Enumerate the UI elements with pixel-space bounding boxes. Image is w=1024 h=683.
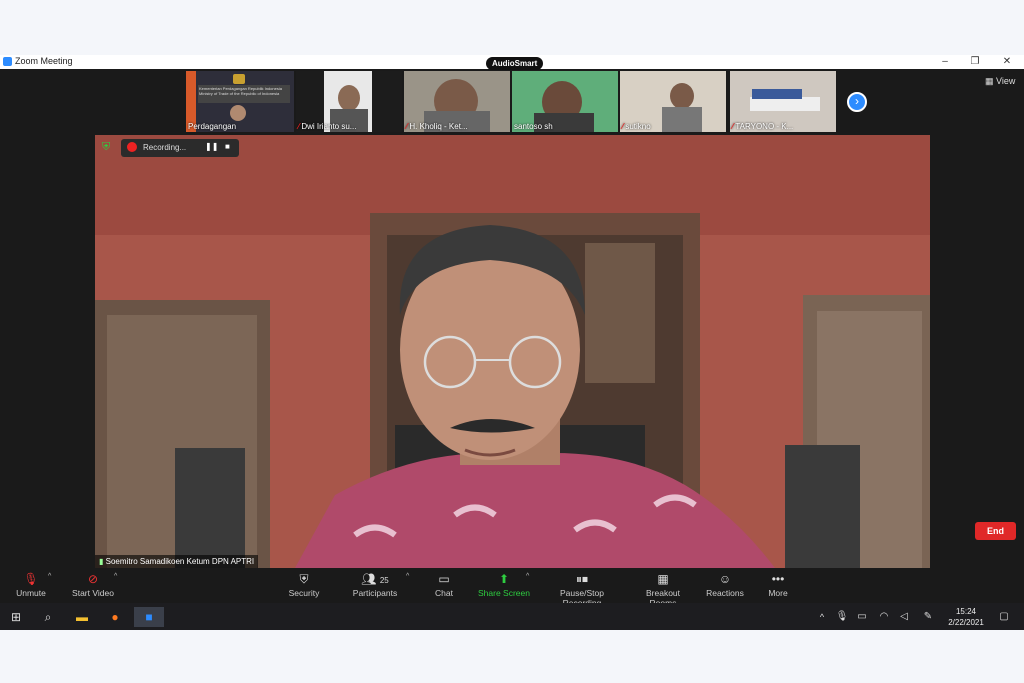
audiosmart-badge: AudioSmart — [486, 57, 544, 70]
chat-label: Chat — [435, 588, 453, 598]
signal-icon: ▮ — [99, 557, 104, 566]
windows-start-icon[interactable]: ⊞ — [6, 607, 26, 627]
recording-indicator: Recording... ❚❚ ■ — [121, 139, 239, 157]
shield-icon: ⛨ — [299, 572, 309, 586]
next-page-button[interactable]: › — [847, 92, 867, 112]
view-label: View — [996, 76, 1016, 86]
view-button[interactable]: ▦ View — [985, 76, 1015, 87]
participant-name: Perdagangan — [188, 122, 237, 131]
participant-name: TARYONO - K... — [735, 122, 794, 131]
more-dots-icon: ••• — [771, 572, 785, 586]
recording-label: Recording... — [143, 143, 187, 152]
clock-time: 15:24 — [955, 607, 977, 616]
microphone-icon[interactable]: 🎙︎ — [832, 607, 852, 627]
stop-recording-icon[interactable]: ■ — [225, 142, 230, 151]
zoom-taskbar-icon[interactable]: ■ — [134, 607, 164, 627]
recording-cloud-icon — [127, 142, 137, 152]
participants-button[interactable]: 👥︎ 25 Participants ^ — [350, 570, 410, 598]
pen-icon[interactable]: ✎ — [918, 607, 938, 627]
participant-name: Dwi Irianto su... — [301, 122, 357, 131]
chevron-up-icon[interactable]: ^ — [114, 573, 117, 580]
chevron-up-icon[interactable]: ^ — [812, 607, 832, 627]
zoom-logo-icon — [3, 57, 12, 66]
mic-muted-icon: ⁄ — [622, 122, 624, 131]
search-icon[interactable]: ⌕ — [38, 607, 58, 627]
participant-name: santoso sh — [514, 122, 553, 131]
chevron-up-icon[interactable]: ^ — [526, 573, 529, 580]
share-arrow-icon: ⬆ — [498, 572, 510, 586]
grid-icon: ▦ — [985, 76, 994, 86]
participant-tile[interactable]: santoso sh — [512, 71, 618, 132]
file-explorer-icon[interactable]: ▬ — [72, 607, 92, 627]
end-meeting-button[interactable]: End — [975, 522, 1016, 540]
unmute-label: Unmute — [16, 588, 46, 598]
breakout-rooms-icon: ▦ — [657, 572, 669, 586]
participant-name: sutikno — [625, 122, 651, 131]
mic-muted-icon: 🎙︎ — [23, 572, 39, 586]
volume-icon[interactable]: ◁ — [894, 607, 914, 627]
clock-date: 2/22/2021 — [948, 618, 984, 627]
encryption-shield-icon[interactable]: ⛨ — [102, 141, 114, 155]
restore-button[interactable]: ❐ — [960, 55, 990, 69]
participants-label: Participants — [352, 588, 398, 598]
firefox-icon[interactable]: ● — [105, 607, 125, 627]
security-button[interactable]: ⛨ Security — [284, 570, 324, 598]
share-screen-button[interactable]: ⬆ Share Screen ^ — [478, 570, 530, 598]
pause-recording-icon[interactable]: ❚❚ — [205, 142, 218, 151]
close-button[interactable]: ✕ — [992, 55, 1022, 69]
more-label: More — [768, 588, 788, 598]
zoom-window: Zoom Meeting – ❐ ✕ AudioSmart Kementeria… — [0, 55, 1024, 628]
chevron-up-icon[interactable]: ^ — [48, 573, 51, 580]
reactions-button[interactable]: ☺ Reactions — [705, 570, 745, 598]
participant-name: H. Kholiq - Ket... — [409, 122, 468, 131]
participant-tile[interactable]: ⁄ TARYONO - K... — [730, 71, 836, 132]
meeting-toolbar: 🎙︎ Unmute ^ ⊘ Start Video ^ ⛨ Security 👥… — [0, 568, 1024, 608]
speaker-video-frame — [95, 135, 930, 568]
participant-tile[interactable]: Kementerian Perdagangan Republik Indones… — [186, 71, 294, 132]
wifi-icon[interactable]: ◠ — [874, 607, 894, 627]
participant-tile[interactable]: ⁄ H. Kholiq - Ket... — [404, 71, 510, 132]
security-label: Security — [288, 588, 320, 598]
battery-icon[interactable]: ▭ — [852, 607, 872, 627]
mic-muted-icon: ⁄ — [298, 122, 300, 131]
participants-icon: 👥︎ 25 — [361, 572, 389, 586]
start-video-button[interactable]: ⊘ Start Video ^ — [70, 570, 117, 598]
share-screen-label: Share Screen — [478, 588, 530, 598]
speaker-name: Soemitro Samadikoen Ketum DPN APTRI — [105, 557, 255, 566]
chat-button[interactable]: ▭ Chat — [430, 570, 458, 598]
video-off-icon: ⊘ — [87, 572, 99, 586]
minimize-button[interactable]: – — [930, 55, 960, 69]
unmute-button[interactable]: 🎙︎ Unmute ^ — [12, 570, 51, 598]
active-speaker-video — [95, 135, 930, 568]
participant-tile[interactable]: ⁄ Dwi Irianto su... — [296, 71, 402, 132]
mic-muted-icon: ⁄ — [732, 122, 734, 131]
more-button[interactable]: ••• More — [764, 570, 792, 598]
chat-bubble-icon: ▭ — [438, 572, 450, 586]
windows-taskbar: ⊞ ⌕ ▬ ● ■ ^ 🎙︎ ▭ ◠ ◁ ✎ 15:24 2/22/2021 ▢ — [0, 603, 1024, 630]
reactions-label: Reactions — [706, 588, 744, 598]
pause-stop-icon: ⏸︎⏹︎ — [575, 572, 588, 586]
taskbar-clock[interactable]: 15:24 2/22/2021 — [944, 606, 988, 628]
chevron-up-icon[interactable]: ^ — [406, 573, 409, 580]
mic-muted-icon: ⁄ — [406, 122, 408, 131]
window-title: Zoom Meeting — [15, 56, 73, 66]
start-video-label: Start Video — [72, 588, 114, 598]
participant-tile[interactable]: ⁄ sutikno — [620, 71, 726, 132]
notifications-icon[interactable]: ▢ — [994, 607, 1014, 627]
smiley-icon: ☺ — [718, 572, 732, 586]
speaker-name-label: ▮ Soemitro Samadikoen Ketum DPN APTRI — [95, 555, 259, 568]
participants-count: 25 — [379, 576, 389, 585]
